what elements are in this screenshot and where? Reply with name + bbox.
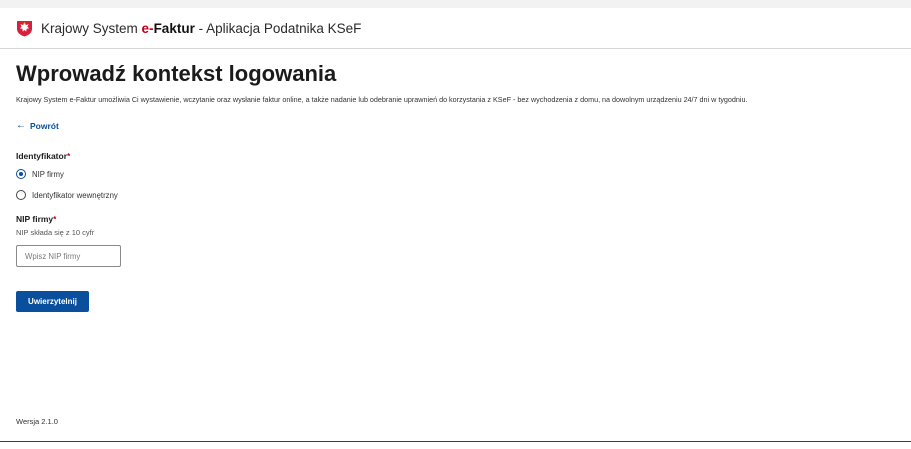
arrow-left-icon: ← xyxy=(16,120,26,131)
brand-prefix: Krajowy System xyxy=(41,21,138,36)
app-header: Krajowy System e-Faktur - Aplikacja Poda… xyxy=(0,8,911,49)
authenticate-button[interactable]: Uwierzytelnij xyxy=(16,291,89,312)
radio-label-internal-id: Identyfikator wewnętrzny xyxy=(32,190,118,200)
radio-button-checked[interactable] xyxy=(16,169,26,179)
radio-option-nip[interactable]: NIP firmy xyxy=(16,169,64,179)
required-marker: * xyxy=(67,151,71,161)
brand-faktur: Faktur xyxy=(153,21,195,36)
radio-button-unchecked[interactable] xyxy=(16,190,26,200)
nip-hint: NIP składa się z 10 cyfr xyxy=(16,228,95,237)
nip-label: NIP firmy* xyxy=(16,214,56,224)
required-marker: * xyxy=(53,214,57,224)
app-title[interactable]: Krajowy System e-Faktur - Aplikacja Poda… xyxy=(41,20,361,37)
radio-option-internal-id[interactable]: Identyfikator wewnętrzny xyxy=(16,190,118,200)
radio-label-nip: NIP firmy xyxy=(32,169,64,179)
polish-eagle-emblem-icon xyxy=(17,21,32,37)
footer-divider xyxy=(0,441,911,442)
brand-e: e- xyxy=(141,21,154,36)
brand-efaktur: e-Faktur xyxy=(142,21,195,36)
page-title: Wprowadź kontekst logowania xyxy=(16,61,337,86)
identifier-label-text: Identyfikator xyxy=(16,151,68,161)
back-label: Powrót xyxy=(30,121,59,131)
nip-input[interactable] xyxy=(16,245,121,267)
back-link[interactable]: ← Powrót xyxy=(16,120,59,132)
identifier-label: Identyfikator* xyxy=(16,151,70,161)
intro-text: Krajowy System e-Faktur umożliwia Ci wys… xyxy=(16,95,748,104)
top-bar xyxy=(0,0,911,8)
version-label: Wersja 2.1.0 xyxy=(16,417,58,426)
nip-label-text: NIP firmy xyxy=(16,214,54,224)
brand-suffix: - Aplikacja Podatnika KSeF xyxy=(194,21,362,36)
